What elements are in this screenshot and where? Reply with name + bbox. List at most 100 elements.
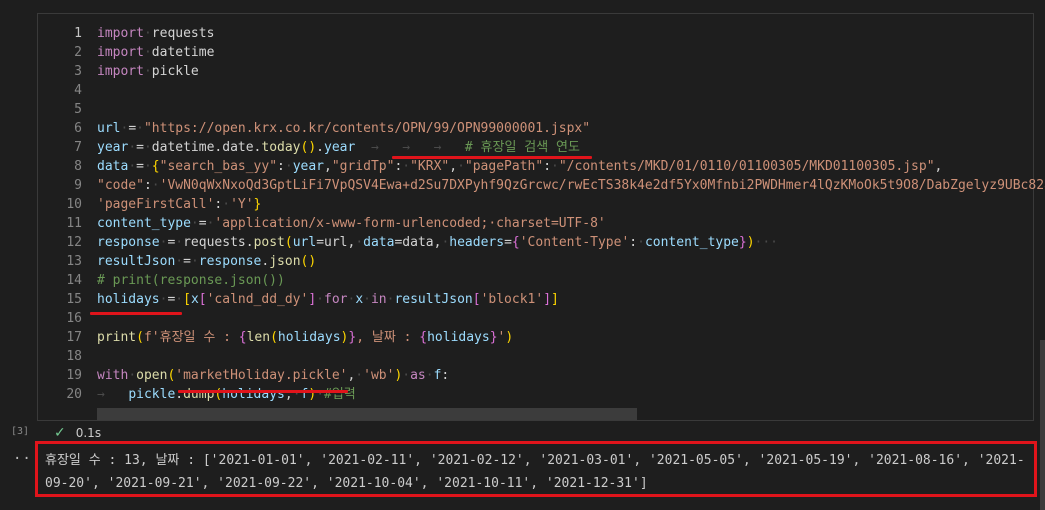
code-line[interactable]: 10 'pageFirstCall':·'Y'} (38, 195, 1035, 214)
code-line[interactable]: 1 import·requests (38, 24, 1035, 43)
code-token: · (128, 159, 137, 174)
code-token: # print(response.json()) (97, 273, 285, 288)
code-token: · (402, 159, 411, 174)
code-token: · (425, 368, 434, 383)
code-token: "/contents/MKD/01/0110/01100305/MKD01100… (558, 159, 935, 174)
code-token: = (183, 254, 191, 269)
code-token: ··· (754, 235, 779, 250)
code-token: json (269, 254, 301, 269)
code-line[interactable]: 11 content_type·=·'application/x-www-form… (38, 214, 1035, 233)
code-line[interactable]: 7 year·=·datetime.date.today().year → → →… (38, 138, 1035, 157)
code-cell[interactable]: 1 import·requests 2 import·datetime 3 import·… (37, 13, 1045, 421)
execution-duration: 0.1s (75, 426, 102, 440)
code-line[interactable]: 18 (38, 347, 1035, 366)
code-line[interactable]: 14 # print(response.json()) (38, 271, 1035, 290)
code-line[interactable]: 20 → pickle.dump(holidays,·f)·#입력 (38, 385, 1035, 404)
code-token: import (97, 26, 144, 41)
line-number: 19 (66, 368, 82, 383)
code-token: } (738, 235, 747, 250)
code-token: 'marketHoliday.pickle' (175, 368, 348, 383)
code-text: print(f'휴장일 수 : {len(holidays)}, 날짜 : {h… (97, 328, 513, 347)
execution-count: [3] (11, 426, 30, 437)
code-token: · (355, 235, 364, 250)
code-token: () (300, 140, 317, 155)
line-number: 3 (74, 64, 82, 79)
line-number: 12 (66, 235, 82, 250)
code-line[interactable]: 12 response·=·requests.post(url=url,·data… (38, 233, 1035, 252)
code-token: { (419, 330, 428, 345)
code-token: as (410, 368, 426, 383)
code-line[interactable]: 16 (38, 309, 1035, 328)
code-token: · (143, 140, 152, 155)
code-token: { (151, 159, 160, 174)
code-token: · (128, 140, 137, 155)
code-token: : (543, 159, 552, 174)
code-token: · (136, 121, 144, 136)
code-token: } (489, 330, 498, 345)
code-token: url (292, 235, 317, 250)
code-token: = (504, 235, 512, 250)
code-editor[interactable]: 1 import·requests 2 import·datetime 3 import·… (38, 24, 1045, 404)
code-token: x (190, 292, 199, 307)
code-line[interactable]: 13 resultJson·=·response.json() (38, 252, 1035, 271)
code-token: f'휴장일 수 : (143, 330, 239, 345)
code-text: import·datetime (97, 43, 214, 62)
code-token: with (97, 368, 129, 383)
code-token: · (143, 64, 152, 79)
code-token: ) (746, 235, 755, 250)
code-token: # 휴장일 검색 연도 (464, 140, 580, 155)
line-number: 10 (66, 197, 82, 212)
code-line[interactable]: 3 import·pickle (38, 62, 1035, 81)
code-token: : (629, 235, 638, 250)
code-line[interactable]: 17 print(f'휴장일 수 : {len(holidays)}, 날짜 : … (38, 328, 1035, 347)
code-token: content_type (644, 235, 739, 250)
code-token: response (198, 254, 262, 269)
line-number: 5 (74, 102, 82, 117)
cell-status: ✓ 0.1s (54, 425, 101, 441)
code-line[interactable]: 2 import·datetime (38, 43, 1035, 62)
code-token: · (128, 368, 137, 383)
code-token: datetime (151, 45, 215, 60)
code-token: · (175, 254, 184, 269)
code-token: = (128, 121, 137, 136)
code-token: import (97, 45, 144, 60)
code-token: } (253, 197, 262, 212)
line-number: 15 (66, 292, 82, 307)
code-token: pickle (151, 64, 199, 79)
code-token: data (363, 235, 395, 250)
line-number: 4 (74, 83, 82, 98)
code-token: . (316, 140, 324, 155)
annotation-underline-year-comment (392, 156, 592, 159)
code-line[interactable]: 6 url·=·"https://open.krx.co.kr/contents/… (38, 119, 1035, 138)
code-line[interactable]: 5 (38, 100, 1035, 119)
code-line[interactable]: 8 data·=·{"search_bas_yy":·year,"gridTp":… (38, 157, 1035, 176)
annotation-underline-holidays (90, 312, 182, 315)
code-token: year (324, 140, 356, 155)
code-text: holidays·=·[x['calnd_dd_dy']·for·x·in·re… (97, 290, 559, 309)
code-token: 'VwN0qWxNxoQd3GptLiFi7VpQSV4Ewa+d2Su7DXP… (159, 178, 1045, 193)
code-token: · (363, 292, 371, 307)
code-text: data·=·{"search_bas_yy":·year,"gridTp":·… (97, 157, 942, 176)
code-line[interactable]: 19 with·open('marketHoliday.pickle',·'wb'… (38, 366, 1035, 385)
code-token: [ (198, 292, 207, 307)
code-token: · (190, 254, 199, 269)
vertical-scrollbar[interactable] (1040, 340, 1045, 510)
code-token: "https://open.krx.co.kr/contents/OPN/99/… (143, 121, 591, 136)
code-token: · (355, 368, 364, 383)
horizontal-scrollbar[interactable] (97, 408, 637, 420)
code-token: resultJson (394, 292, 473, 307)
code-token: · (143, 26, 152, 41)
code-token: 'calnd_dd_dy' (206, 292, 309, 307)
code-token: () (300, 254, 317, 269)
code-line[interactable]: 15 holidays·=·[x['calnd_dd_dy']·for·x·in·… (38, 290, 1035, 309)
code-token: in (370, 292, 387, 307)
line-number: 11 (66, 216, 82, 231)
code-token: "gridTp" (331, 159, 395, 174)
code-token: year (97, 140, 129, 155)
code-token: { (238, 330, 247, 345)
code-token: len (246, 330, 271, 345)
code-line[interactable]: 9 "code":·'VwN0qWxNxoQd3GptLiFi7VpQSV4Ewa… (38, 176, 1045, 195)
line-number: 13 (66, 254, 82, 269)
code-line[interactable]: 4 (38, 81, 1035, 100)
code-token: import (97, 64, 144, 79)
